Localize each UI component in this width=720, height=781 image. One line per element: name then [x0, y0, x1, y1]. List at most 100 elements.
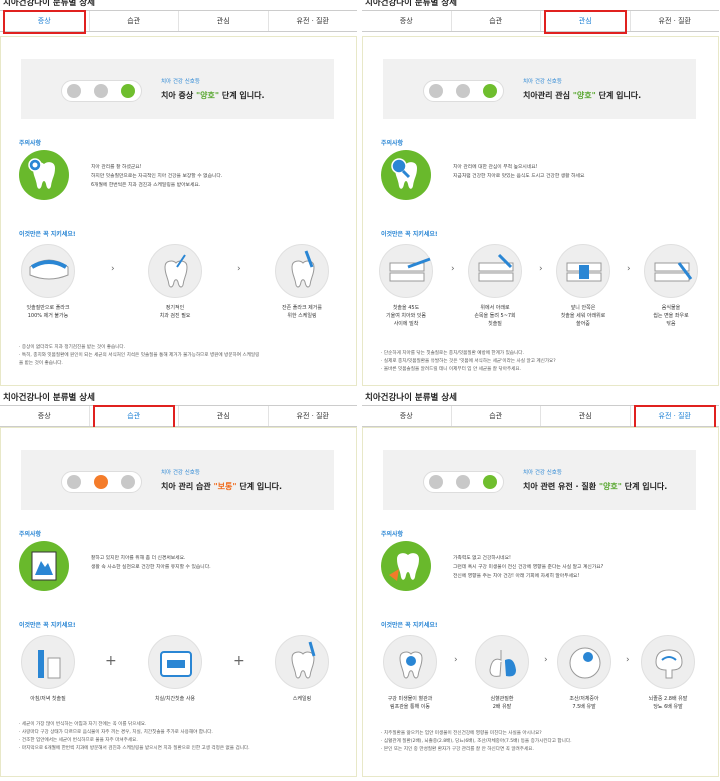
page-title: 치아건강나이 분류별 상세 — [3, 0, 95, 8]
detail-panel: 치아 건강 신호등 치아 관리 습관 "보통" 단계 입니다. 주의사항 잘하고… — [0, 427, 357, 777]
light-red-off — [67, 475, 81, 489]
light-red-off — [429, 475, 443, 489]
tab-interest[interactable]: 관심 — [179, 406, 269, 426]
scaling-icon — [275, 244, 329, 298]
tab-genetic-disease[interactable]: 유전 · 질환 — [631, 405, 720, 429]
fetus-icon — [557, 635, 611, 689]
tab-genetic-disease[interactable]: 유전 · 질환 — [269, 406, 358, 426]
tab-interest[interactable]: 관심 — [541, 10, 631, 34]
quadrant-interest: 치아건강나이 분류별 상세 증상 습관 관심 유전 · 질환 치아 건강 신호등… — [362, 0, 719, 386]
tips-title: 이것만은 꼭 지키세요! — [381, 231, 438, 238]
step-1: 칫솔을 45도 기울여 치아와 잇몸 사이에 밀착 — [377, 244, 435, 328]
step-2: 치실/치간칫솔 사용 — [146, 635, 204, 703]
status-caption: 치아 건강 신호등 — [523, 79, 562, 85]
brush-45-degree-icon — [379, 244, 433, 298]
light-yellow-off — [456, 475, 470, 489]
notes-list: · 치주질환을 앓으키는 입안 미생물이 전신건강에 영향을 미친다는 사실을 … — [381, 731, 572, 752]
tooth-check-icon — [19, 150, 69, 200]
plus-icon: + — [105, 653, 117, 669]
detail-panel: 치아 건강 신호등 치아 관련 유전 · 질환 "양호" 단계 입니다. 주의사… — [362, 427, 719, 777]
toothbrush-toothpaste-icon — [21, 635, 75, 689]
quadrant-habit: 치아건강나이 분류별 상세 증상 습관 관심 유전 · 질환 치아 건강 신호등… — [0, 391, 357, 777]
light-yellow-off — [94, 84, 108, 98]
brush-rotate-icon — [468, 244, 522, 298]
quadrant-symptom: 치아건강나이 분류별 상세 증상 습관 관심 유전 · 질환 치아 건강 신호등… — [0, 0, 357, 386]
light-green-off — [121, 475, 135, 489]
tab-symptom[interactable]: 증상 — [0, 406, 90, 426]
notes-list: · 단순하게 치아를 닦는 칫솔질로는 충치/잇몸질환 예방에 한계가 있습니다… — [381, 351, 556, 372]
teeth-brushing-icon — [21, 244, 75, 298]
tab-bar: 증상 습관 관심 유전 · 질환 — [362, 10, 720, 34]
tab-habit[interactable]: 습관 — [452, 406, 541, 426]
tab-habit[interactable]: 습관 — [90, 405, 179, 429]
tab-habit[interactable]: 습관 — [90, 11, 179, 31]
status-message: 치아 관리 습관 "보통" 단계 입니다. — [161, 482, 282, 491]
caution-text: 잘하고 있지만 치아를 위해 좀 더 신경써보세요. 생활 속 사소한 실천으로… — [91, 556, 211, 570]
step-2: 위에서 아래로 손목을 돌려 5~7회 칫솔질 — [466, 244, 524, 328]
status-box: 치아 건강 신호등 치아 관리 습관 "보통" 단계 입니다. — [21, 450, 334, 510]
step-1: 잇솔질만으로 플라크 100% 제거 불가능 — [19, 244, 77, 320]
tab-interest[interactable]: 관심 — [179, 11, 269, 31]
light-yellow-off — [456, 84, 470, 98]
tips-title: 이것만은 꼭 지키세요! — [19, 622, 76, 629]
tab-symptom[interactable]: 증상 — [362, 406, 452, 426]
caution-title: 주의사항 — [19, 140, 42, 147]
light-green-on — [121, 84, 135, 98]
page-title: 치아건강나이 분류별 상세 — [365, 0, 457, 8]
step-1: 아침/저녁 칫솔질 — [19, 635, 77, 703]
step-3: 조산/저체중아 7.5배 유발 — [555, 635, 613, 711]
brush-chewing-surface-icon — [644, 244, 698, 298]
light-red-off — [67, 84, 81, 98]
checklist-icon — [19, 541, 69, 591]
light-green-on — [483, 475, 497, 489]
status-caption: 치아 건강 신호등 — [523, 470, 562, 476]
chevron-right-icon: › — [544, 655, 548, 665]
detail-panel: 치아 건강 신호등 치아관리 관심 "양호" 단계 입니다. 주의사항 치아 관… — [362, 36, 719, 386]
step-4: 음식물을 씹는 면을 좌우로 닦음 — [642, 244, 700, 328]
status-caption: 치아 건강 신호등 — [161, 79, 200, 85]
chevron-right-icon: › — [539, 264, 543, 274]
tooth-magnifier-icon — [381, 150, 431, 200]
tab-bar: 증상 습관 관심 유전 · 질환 — [0, 405, 358, 429]
tab-bar: 증상 습관 관심 유전 · 질환 — [362, 405, 720, 429]
chevron-right-icon: › — [237, 264, 241, 274]
caution-title: 주의사항 — [381, 140, 404, 147]
caution-text: 치아 관리를 잘 하셨군요! 하지만 잇솔질만으로는 자극적인 치아 건강을 보… — [91, 165, 223, 188]
caution-text: 가족력도 없고 건강하시네요! 그런데 혹시 구강 미생물이 전신 건강에 영향… — [453, 556, 604, 579]
page-title: 치아건강나이 분류별 상세 — [365, 393, 457, 403]
tips-title: 이것만은 꼭 지키세요! — [19, 231, 76, 238]
dental-exam-icon — [148, 244, 202, 298]
step-3: 잔존 플라크 제거를 위한 스케일링 — [273, 244, 331, 320]
status-caption: 치아 건강 신호등 — [161, 470, 200, 476]
light-green-on — [483, 84, 497, 98]
step-2: 정기적인 치과 검진 필요 — [146, 244, 204, 320]
tab-genetic-disease[interactable]: 유전 · 질환 — [269, 11, 358, 31]
chevron-right-icon: › — [627, 264, 631, 274]
traffic-light — [423, 80, 504, 102]
status-message: 치아 증상 "양호" 단계 입니다. — [161, 91, 265, 100]
light-red-off — [429, 84, 443, 98]
tab-genetic-disease[interactable]: 유전 · 질환 — [631, 11, 720, 31]
caution-text: 치아 관리에 대한 관심이 무척 높으시네요! 지금처럼 건강한 치아로 맛있는… — [453, 165, 585, 179]
chevron-right-icon: › — [111, 264, 115, 274]
brush-front-teeth-icon — [556, 244, 610, 298]
chevron-right-icon: › — [626, 655, 630, 665]
tab-habit[interactable]: 습관 — [452, 11, 541, 31]
bacteria-tooth-icon — [383, 635, 437, 689]
brain-icon — [641, 635, 695, 689]
tab-symptom[interactable]: 증상 — [0, 10, 90, 34]
notes-list: · 증상이 없더라도 치과 정기검진을 받는 것이 좋습니다. · 특히, 충치… — [19, 345, 260, 366]
tab-interest[interactable]: 관심 — [541, 406, 631, 426]
page-title: 치아건강나이 분류별 상세 — [3, 393, 95, 403]
tab-symptom[interactable]: 증상 — [362, 11, 452, 31]
step-4: 뇌졸중 2.8배 유발 당뇨 6배 유발 — [639, 635, 697, 711]
traffic-light — [61, 471, 142, 493]
step-3: 스케일링 — [273, 635, 331, 703]
step-3: 앞니 안쪽은 칫솔을 세워 아래위로 쓸어줌 — [554, 244, 612, 328]
light-yellow-on — [94, 475, 108, 489]
status-box: 치아 건강 신호등 치아관리 관심 "양호" 단계 입니다. — [383, 59, 696, 119]
chevron-right-icon: › — [454, 655, 458, 665]
traffic-light — [423, 471, 504, 493]
step-1: 구강 미생물이 혈관과 림프관을 통해 이동 — [381, 635, 439, 711]
dental-floss-icon — [148, 635, 202, 689]
